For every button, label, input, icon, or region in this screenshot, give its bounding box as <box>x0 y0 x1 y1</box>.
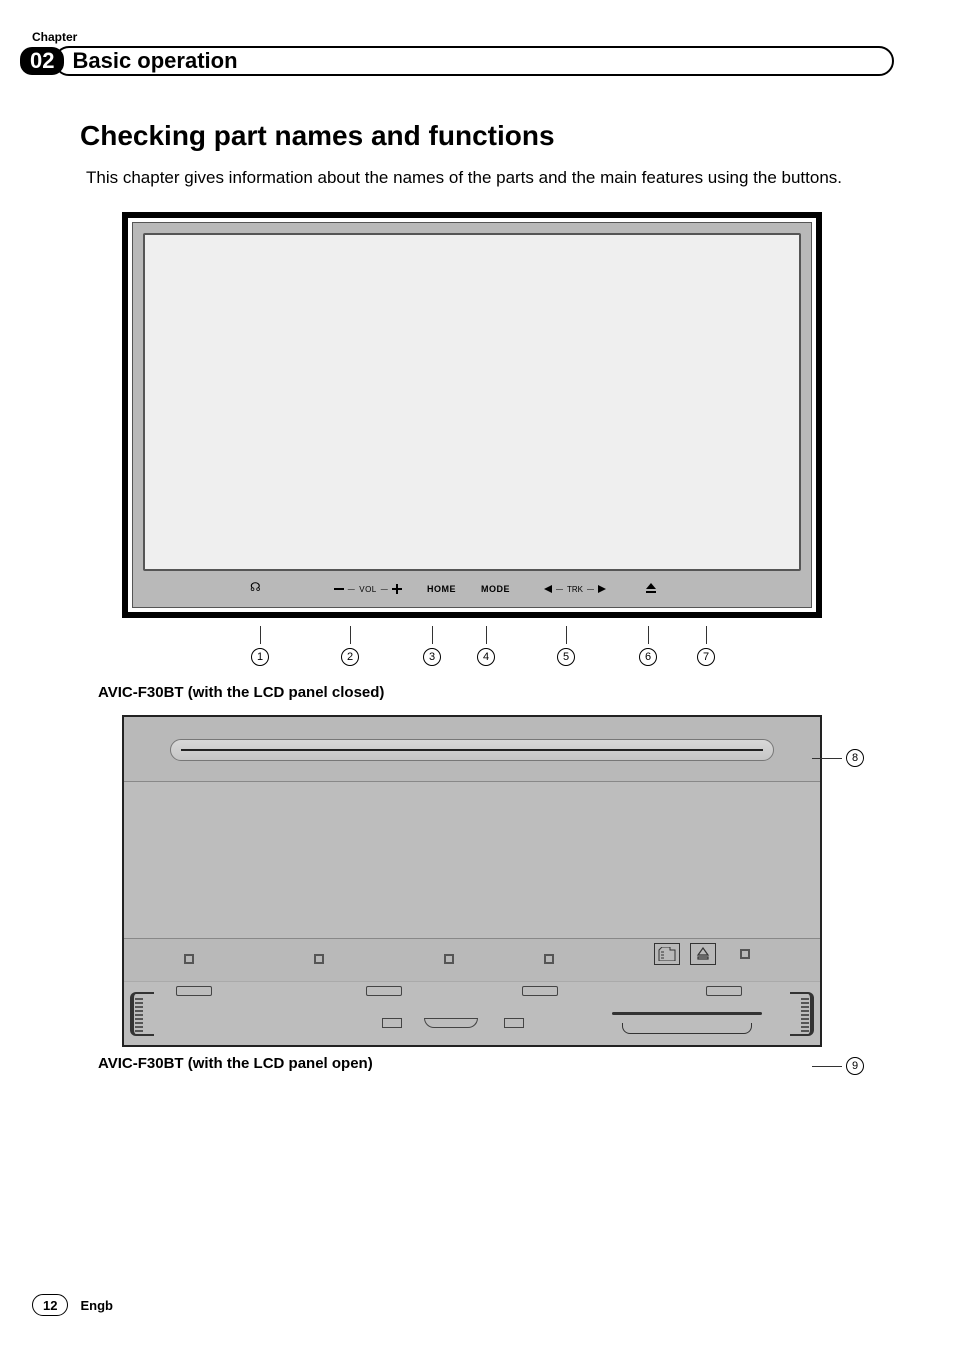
right-bracket-icon <box>790 992 814 1036</box>
square-icon <box>444 954 454 964</box>
page-number: 12 <box>32 1294 68 1316</box>
lcd-screen <box>143 233 801 571</box>
square-icon <box>544 954 554 964</box>
button-bar: — VOL — HOME MODE — TRK — <box>133 571 811 607</box>
lower-strip <box>124 981 820 1045</box>
figure1-caption: AVIC-F30BT (with the LCD panel closed) <box>98 684 894 701</box>
callout-8-line: 8 <box>812 749 864 767</box>
callout-8: 8 <box>846 749 864 767</box>
mark-icon <box>504 1018 524 1028</box>
mid-panel <box>124 781 820 939</box>
slot-icon <box>522 986 558 996</box>
mark-icon <box>382 1018 402 1028</box>
volume-buttons: — VOL — <box>323 571 413 607</box>
sd-slot-area <box>612 1008 762 1034</box>
callout-5: 5 <box>557 648 575 666</box>
callout-2: 2 <box>341 648 359 666</box>
mark-icon <box>424 1018 478 1028</box>
disc-slot <box>170 739 774 761</box>
callout-6: 6 <box>639 648 657 666</box>
plus-icon <box>392 584 402 594</box>
chapter-label: Chapter <box>32 30 894 44</box>
chapter-title: Basic operation <box>54 46 894 76</box>
page-header: 02 Basic operation <box>50 46 894 76</box>
eject-panel-icon <box>690 943 716 965</box>
figure2-caption: AVIC-F30BT (with the LCD panel open) <box>98 1055 894 1072</box>
callout-1: 1 <box>251 648 269 666</box>
callout-4: 4 <box>477 648 495 666</box>
minus-icon <box>334 588 344 590</box>
square-icon <box>314 954 324 964</box>
square-icon <box>740 949 750 959</box>
track-next-icon <box>598 585 606 593</box>
language-label: Engb <box>80 1298 113 1313</box>
home-button-label: HOME <box>427 571 456 607</box>
callout-9: 9 <box>846 1057 864 1075</box>
section-heading: Checking part names and functions <box>80 120 894 152</box>
callout-7: 7 <box>697 648 715 666</box>
page-footer: 12 Engb <box>32 1294 113 1316</box>
voice-button-icon <box>251 571 265 607</box>
callout-9-line: 9 <box>812 1057 864 1075</box>
mode-button-label: MODE <box>481 571 510 607</box>
section-intro: This chapter gives information about the… <box>86 168 894 188</box>
eject-button-icon <box>645 571 657 607</box>
figure1-callouts: 1 2 3 4 5 6 7 <box>122 630 822 674</box>
vol-label: VOL <box>359 585 377 594</box>
square-icon <box>184 954 194 964</box>
track-buttons: — TRK — <box>535 571 615 607</box>
figure-device-closed: — VOL — HOME MODE — TRK — <box>122 212 822 618</box>
slot-icon <box>366 986 402 996</box>
sd-card-icon <box>654 943 680 965</box>
slot-icon <box>176 986 212 996</box>
slot-icon <box>706 986 742 996</box>
callout-3: 3 <box>423 648 441 666</box>
figure-device-open: 8 9 <box>122 715 822 1047</box>
small-icon-row <box>140 939 804 979</box>
trk-label: TRK <box>567 585 583 594</box>
left-bracket-icon <box>130 992 154 1036</box>
chapter-number-badge: 02 <box>20 47 64 75</box>
track-prev-icon <box>544 585 552 593</box>
